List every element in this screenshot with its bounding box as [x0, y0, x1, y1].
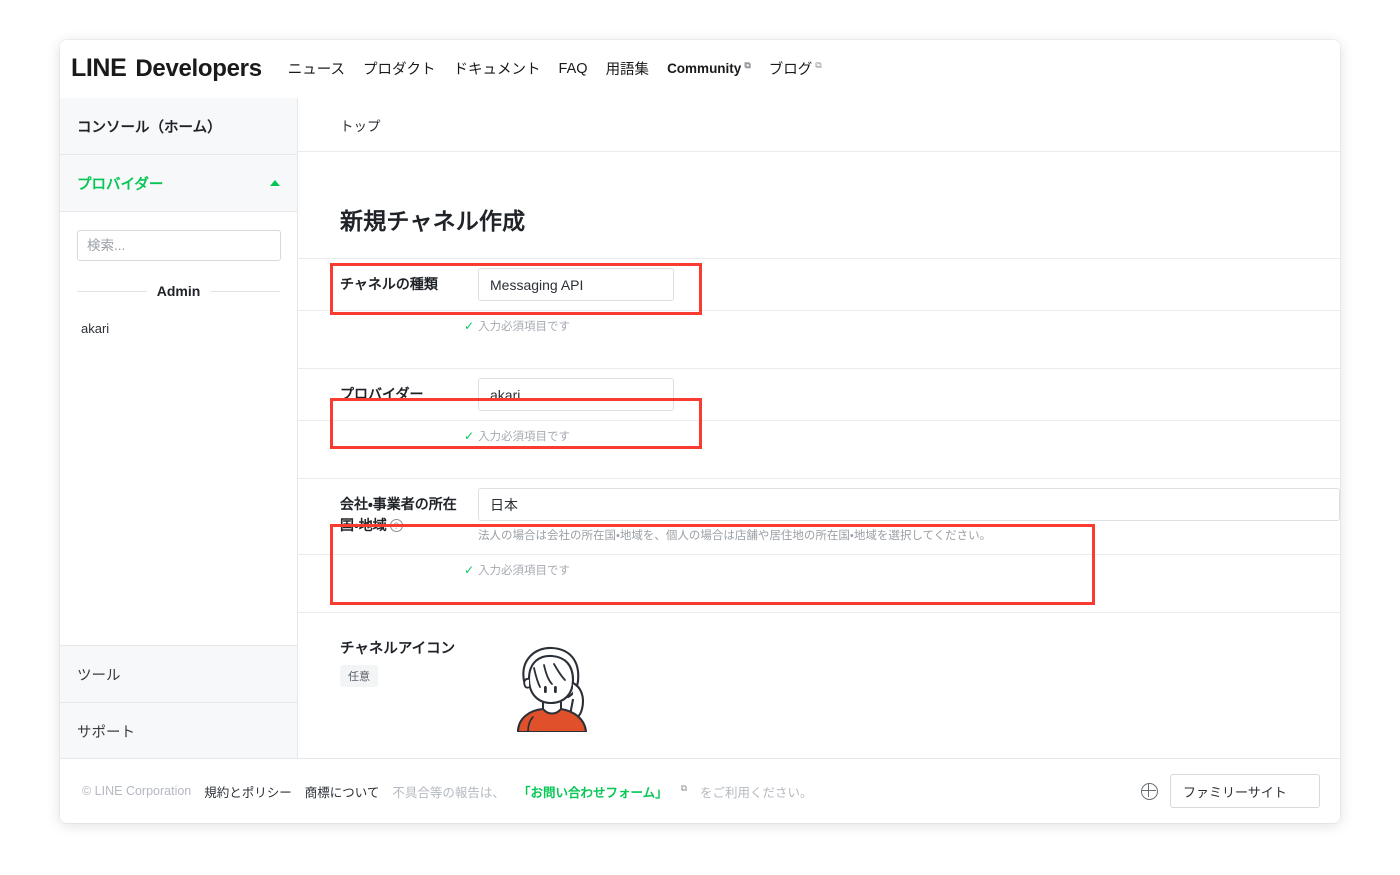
- divider-line-right: [210, 290, 280, 292]
- form-control-provider: [478, 369, 1340, 420]
- form-note-provider: ✓ 入力必須項目です: [298, 421, 1340, 444]
- nav-link-glossary-label: 用語集: [605, 62, 650, 78]
- country-region-input[interactable]: [478, 488, 1340, 521]
- check-icon: ✓: [464, 429, 475, 443]
- form-control-channel-type: [478, 259, 1340, 310]
- nav-link-news[interactable]: ニュース: [288, 58, 345, 79]
- sidebar-item-providers-label: プロバイダー: [77, 176, 164, 193]
- provider-list-item-akari[interactable]: akari: [77, 321, 280, 336]
- sidebar-item-tools[interactable]: ツール: [60, 646, 297, 703]
- nav-link-faq[interactable]: FAQ: [559, 61, 588, 77]
- nav-link-news-label: ニュース: [287, 62, 346, 78]
- provider-input[interactable]: [478, 378, 674, 411]
- form-note-country: ✓ 入力必須項目です: [298, 555, 1340, 578]
- sidebar: コンソール（ホーム） プロバイダー Admin akari ツール サポート: [60, 98, 298, 760]
- nav-link-community-label: Community: [667, 61, 742, 76]
- brand-line-text: LINE: [71, 54, 127, 82]
- nav-links: ニュース プロダクト ドキュメント FAQ 用語集 Community ⧉ ブロ…: [288, 58, 822, 79]
- sidebar-item-support[interactable]: サポート: [60, 703, 297, 760]
- brand-developers-text: Developers: [135, 55, 262, 82]
- nav-link-documents[interactable]: ドキュメント: [454, 58, 541, 79]
- sidebar-item-console-home-label: コンソール（ホーム）: [77, 119, 222, 136]
- form-row-provider: プロバイダー: [298, 368, 1340, 421]
- optional-badge: 任意: [340, 665, 378, 688]
- sidebar-item-tools-label: ツール: [77, 667, 121, 684]
- form-label-channel-icon: チャネルアイコン 任意: [298, 637, 478, 737]
- external-link-icon: ⧉: [744, 60, 751, 70]
- footer-copyright: © LINE Corporation: [82, 784, 192, 798]
- form-label-country: 会社・事業者の所在 国・地域?: [298, 479, 478, 554]
- breadcrumb: トップ: [298, 98, 1340, 152]
- globe-icon: [1141, 782, 1158, 800]
- external-link-icon: ⧉: [815, 60, 822, 70]
- breadcrumb-item-top[interactable]: トップ: [340, 115, 381, 135]
- form-label-provider: プロバイダー: [340, 386, 424, 402]
- nav-link-products-label: プロダクト: [363, 62, 436, 78]
- form-note-provider-text: 入力必須項目です: [478, 431, 571, 443]
- main-content: トップ 新規チャネル作成 チャネルの種類 ✓ 入力必須項目です: [298, 98, 1340, 758]
- top-navigation-bar: LINE Developers ニュース プロダクト ドキュメント FAQ 用語…: [60, 40, 1340, 98]
- form-control-country: 法人の場合は会社の所在国・地域を、個人の場合は店舗や居住地の所在国・地域を選択し…: [478, 479, 1340, 554]
- form-row-country: 会社・事業者の所在 国・地域? 法人の場合は会社の所在国・地域を、個人の場合は店…: [298, 478, 1340, 556]
- external-link-icon: ⧉: [680, 782, 688, 793]
- footer: © LINE Corporation 規約とポリシー 商標について 不具合等の報…: [60, 758, 1340, 823]
- form-label-channel-type: チャネルの種類: [340, 276, 438, 292]
- footer-link-trademark[interactable]: 商標について: [305, 782, 380, 801]
- check-icon: ✓: [464, 319, 475, 333]
- chevron-up-icon: [270, 180, 280, 186]
- nav-link-blog-label: ブログ: [768, 62, 813, 78]
- form-label-country-line2: 国・地域: [340, 517, 387, 533]
- footer-link-terms[interactable]: 規約とポリシー: [204, 782, 292, 801]
- provider-panel: Admin akari: [60, 212, 297, 646]
- footer-report-prefix: 不具合等の報告は、: [392, 785, 505, 800]
- footer-left-links: © LINE Corporation 規約とポリシー 商標について 不具合等の報…: [82, 782, 1141, 801]
- channel-type-input[interactable]: [478, 268, 674, 301]
- nav-link-glossary[interactable]: 用語集: [606, 58, 650, 79]
- footer-right-controls: ファミリーサイト: [1141, 774, 1320, 808]
- divider-line-left: [77, 290, 147, 292]
- form-note-channel-type: ✓ 入力必須項目です: [298, 311, 1340, 334]
- help-tooltip-icon[interactable]: ?: [389, 519, 403, 532]
- form-row-channel-type: チャネルの種類: [298, 258, 1340, 311]
- sidebar-item-providers[interactable]: プロバイダー: [60, 155, 297, 212]
- check-icon: ✓: [464, 563, 475, 578]
- footer-report-suffix: をご利用ください。: [700, 785, 813, 800]
- family-site-select[interactable]: ファミリーサイト: [1170, 774, 1320, 808]
- nav-link-blog[interactable]: ブログ ⧉: [769, 58, 822, 79]
- family-site-select-label: ファミリーサイト: [1183, 784, 1287, 800]
- form-table: チャネルの種類 ✓ 入力必須項目です プロバイダー: [298, 258, 1340, 737]
- channel-icon-title: チャネルアイコン: [340, 641, 456, 658]
- nav-link-community[interactable]: Community ⧉: [667, 60, 751, 77]
- provider-group-header: Admin: [77, 283, 280, 299]
- browser-window: LINE Developers ニュース プロダクト ドキュメント FAQ 用語…: [60, 40, 1340, 823]
- nav-link-documents-label: ドキュメント: [453, 62, 541, 78]
- create-channel-form: 新規チャネル作成 チャネルの種類 ✓ 入力必須項目です プロバイダー: [298, 202, 1340, 737]
- nav-link-products[interactable]: プロダクト: [363, 58, 436, 79]
- sidebar-item-support-label: サポート: [77, 724, 135, 741]
- provider-search-input[interactable]: [77, 230, 281, 261]
- form-row-channel-icon: チャネルアイコン 任意: [298, 613, 1340, 737]
- form-label-country-line1: 会社・事業者の所在: [340, 496, 457, 512]
- form-note-country-text: 入力必須項目です: [478, 565, 571, 578]
- brand-logo[interactable]: LINE Developers: [71, 54, 262, 83]
- avatar-illustration[interactable]: [488, 637, 618, 737]
- provider-group-label: Admin: [156, 283, 201, 299]
- sidebar-item-console-home[interactable]: コンソール（ホーム）: [60, 98, 297, 155]
- provider-list-item-label: akari: [81, 321, 110, 336]
- footer-link-contact-form[interactable]: 「お問い合わせフォーム」: [518, 782, 668, 801]
- avatar-icon: [516, 647, 588, 734]
- form-note-channel-type-text: 入力必須項目です: [478, 321, 571, 333]
- form-help-country: 法人の場合は会社の所在国・地域を、個人の場合は店舗や居住地の所在国・地域を選択し…: [478, 530, 992, 542]
- page-title: 新規チャネル作成: [340, 208, 526, 234]
- nav-link-faq-label: FAQ: [558, 60, 588, 77]
